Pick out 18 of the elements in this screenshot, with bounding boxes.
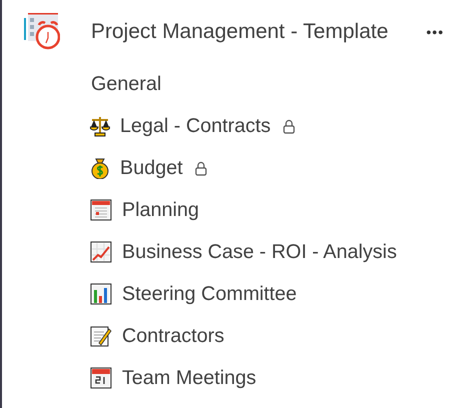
memo-icon <box>90 325 112 347</box>
channel-name[interactable]: Planning <box>122 198 199 222</box>
channel-name[interactable]: Budget <box>120 156 183 180</box>
money-bag-icon <box>90 157 110 179</box>
more-options-button[interactable]: ••• <box>422 20 448 44</box>
scales-icon <box>90 115 110 137</box>
channel-name[interactable]: Legal - Contracts <box>120 114 271 138</box>
channel-name[interactable]: Business Case - ROI - Analysis <box>122 240 397 264</box>
team-icon <box>24 12 60 52</box>
calendar-icon <box>90 199 112 221</box>
channel-name[interactable]: Contractors <box>122 324 224 348</box>
channel-name[interactable]: Steering Committee <box>122 282 297 306</box>
bar-chart-icon <box>90 283 112 305</box>
channel-name[interactable]: General <box>91 72 162 96</box>
line-chart-icon <box>90 241 112 263</box>
calendar-icon <box>90 367 112 389</box>
channel-name[interactable]: Team Meetings <box>122 366 256 390</box>
team-name[interactable]: Project Management - Template <box>91 20 422 44</box>
